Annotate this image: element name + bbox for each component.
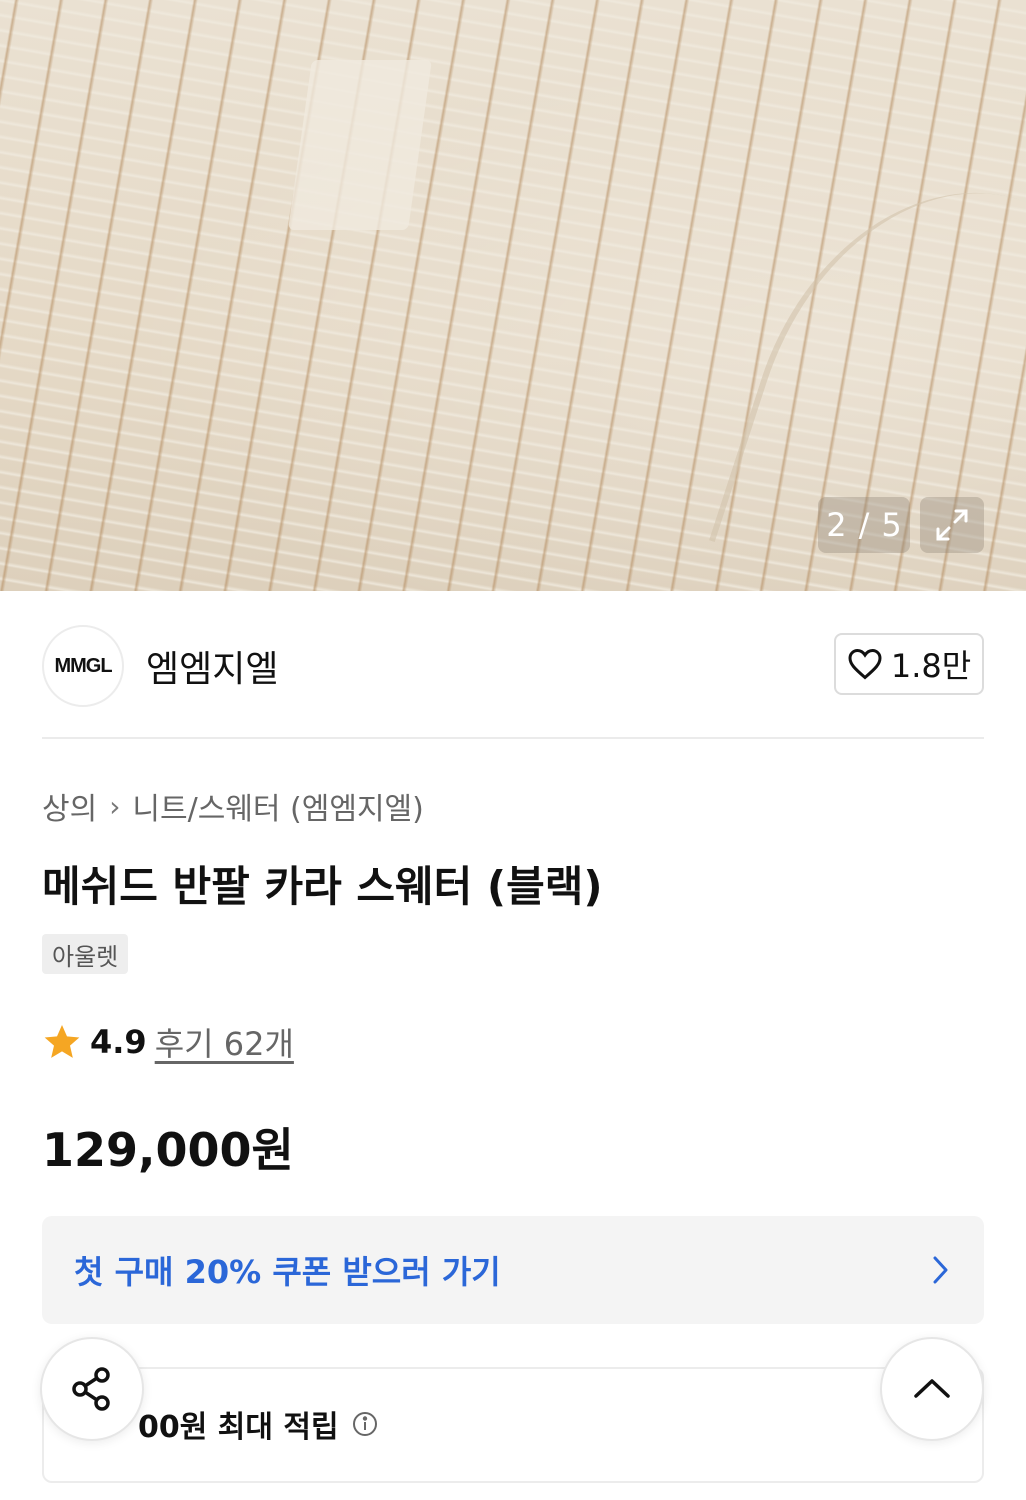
chevron-up-icon — [914, 1379, 950, 1398]
like-count: 1.8만 — [890, 647, 972, 685]
share-button[interactable] — [40, 1337, 144, 1441]
outlet-badge-label: 아울렛 — [52, 942, 119, 971]
product-title: 메쉬드 반팔 카라 스웨터 (블랙) — [42, 862, 603, 911]
product-price: 129,000원 — [42, 1123, 294, 1177]
image-counter-total: 5 — [881, 506, 902, 544]
breadcrumb-category[interactable]: 상의 — [42, 784, 97, 828]
points-label: 00원 최대 적립 — [138, 1410, 339, 1445]
breadcrumb-subcategory[interactable]: 니트/스웨터 (엠엠지엘) — [132, 784, 423, 828]
info-icon[interactable] — [351, 1410, 379, 1438]
breadcrumb: 상의 › 니트/스웨터 (엠엠지엘) — [42, 784, 424, 828]
star-icon — [44, 1025, 80, 1058]
divider — [42, 737, 984, 739]
image-counter: 2 / 5 — [818, 497, 910, 553]
chevron-right-icon: › — [109, 789, 121, 823]
rating-score: 4.9 — [90, 1023, 147, 1061]
coupon-banner[interactable]: 첫 구매 20% 쿠폰 받으러 가기 — [42, 1216, 984, 1324]
image-counter-current: 2 — [826, 506, 847, 544]
scroll-top-button[interactable] — [880, 1337, 984, 1441]
brand-logo[interactable]: MMGL — [42, 625, 124, 707]
reviews-link[interactable]: 후기 62개 — [155, 1019, 294, 1065]
coupon-label: 첫 구매 20% 쿠폰 받으러 가기 — [74, 1253, 501, 1291]
like-button[interactable]: 1.8만 — [834, 633, 984, 695]
brand-logo-text: MMGL — [54, 654, 112, 677]
outlet-badge: 아울렛 — [42, 934, 129, 974]
rating-row: 4.9 후기 62개 — [42, 1019, 294, 1065]
expand-icon — [936, 509, 968, 541]
share-icon — [72, 1367, 110, 1411]
image-counter-separator: / — [858, 506, 870, 544]
expand-button[interactable] — [920, 497, 984, 553]
chevron-right-icon — [933, 1256, 948, 1284]
sweater-collar — [288, 60, 432, 230]
heart-icon — [848, 648, 882, 680]
brand-name[interactable]: 엠엠지엘 — [146, 640, 278, 692]
